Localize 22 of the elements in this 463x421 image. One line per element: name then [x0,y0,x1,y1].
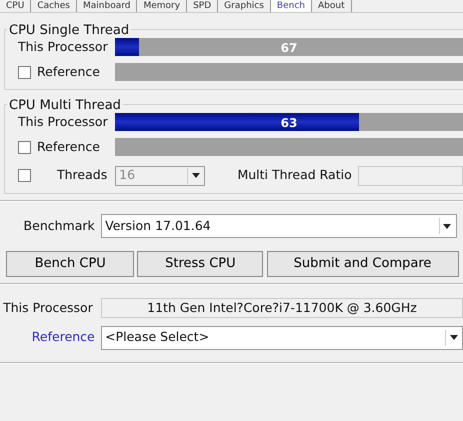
row-label: Reference [37,138,100,156]
ratio-label: Multi Thread Ratio [237,166,352,184]
row-label: Threads [57,166,108,184]
caret-icon [443,224,452,228]
button[interactable]: Stress CPU [137,250,264,276]
checkbox[interactable] [18,66,31,79]
score-value: 63 [280,115,298,132]
caret-icon [450,335,458,340]
button[interactable]: Submit and Compare [266,250,458,276]
benchmark-dropdown[interactable]: Version 17.01.64 [101,214,457,238]
caret-icon [192,173,200,178]
reference-link[interactable]: Reference [0,328,101,347]
reference-dropdown[interactable]: <Please Select> [101,326,463,350]
row-label: Reference [37,62,100,81]
row-label: This Processor [17,38,109,56]
row-label: This Processor [2,298,94,317]
tab[interactable]: Bench [270,0,312,12]
checkbox[interactable] [18,140,31,154]
benchmark-label: Benchmark [22,216,96,235]
score-value: 67 [280,40,298,57]
button[interactable]: Bench CPU [6,250,134,276]
processor-name: 11th Gen Intel?Core?i7-11700K @ 3.60GHz [101,298,463,318]
